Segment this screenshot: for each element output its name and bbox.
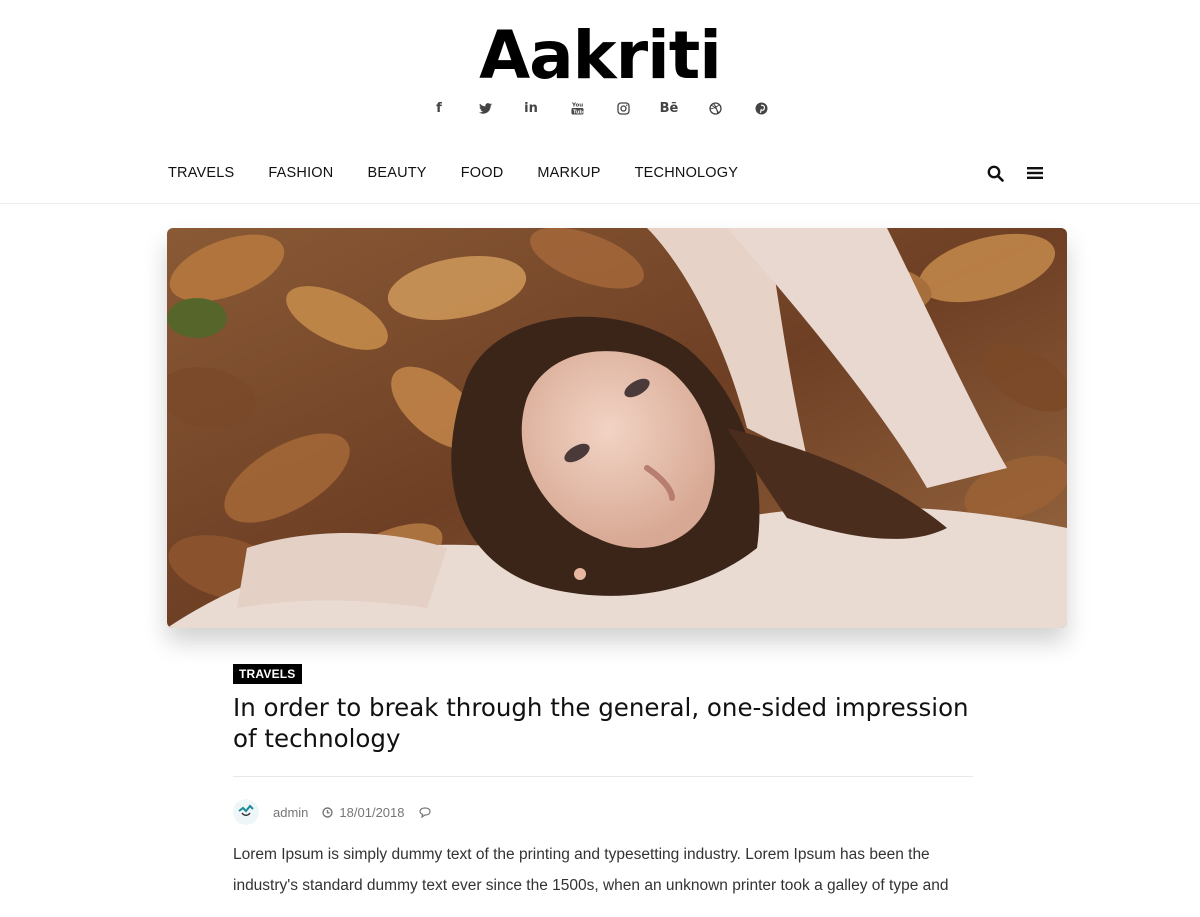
nav-item-fashion[interactable]: FASHION xyxy=(268,164,333,182)
nav-item-markup[interactable]: MARKUP xyxy=(537,164,600,182)
nav-tools xyxy=(986,164,1044,182)
post-card: TRAVELS In order to break through the ge… xyxy=(233,664,973,917)
behance-icon[interactable]: Bē xyxy=(646,98,692,118)
nav-item-beauty[interactable]: BEAUTY xyxy=(367,164,426,182)
author[interactable]: admin xyxy=(273,805,308,820)
post-meta: admin 18/01/2018 xyxy=(233,799,973,825)
dribbble-icon[interactable] xyxy=(692,98,738,118)
main-nav: TRAVELS FASHION BEAUTY FOOD MARKUP TECHN… xyxy=(168,164,772,182)
instagram-icon[interactable] xyxy=(600,98,646,118)
post-title[interactable]: In order to break through the general, o… xyxy=(233,692,973,754)
menu-icon[interactable] xyxy=(1026,164,1044,182)
social-links: f in YouTube Bē xyxy=(0,98,1200,118)
clock-icon xyxy=(322,806,334,818)
post-excerpt: Lorem Ipsum is simply dummy text of the … xyxy=(233,846,949,894)
nav-item-technology[interactable]: TECHNOLOGY xyxy=(635,164,739,182)
nav-item-travels[interactable]: TRAVELS xyxy=(168,164,234,182)
svg-text:You: You xyxy=(571,103,583,109)
youtube-icon[interactable]: YouTube xyxy=(554,98,600,118)
featured-image[interactable] xyxy=(167,228,1067,628)
post-date: 18/01/2018 xyxy=(322,804,405,820)
svg-text:Tube: Tube xyxy=(573,109,584,115)
linkedin-icon[interactable]: in xyxy=(508,98,554,118)
avatar[interactable] xyxy=(233,799,259,825)
category-badge[interactable]: TRAVELS xyxy=(233,664,302,684)
nav-item-food[interactable]: FOOD xyxy=(461,164,504,182)
search-icon[interactable] xyxy=(986,164,1004,182)
facebook-icon[interactable]: f xyxy=(416,98,462,118)
comments-icon[interactable] xyxy=(418,806,439,818)
author-name[interactable]: admin xyxy=(273,805,308,820)
site-header: Aakriti f in YouTube Bē TRAVELS FASHION … xyxy=(0,0,1200,204)
site-logo[interactable]: Aakriti xyxy=(0,18,1200,94)
pinterest-icon[interactable] xyxy=(738,98,784,118)
date-text: 18/01/2018 xyxy=(339,804,405,820)
twitter-icon[interactable] xyxy=(462,98,508,118)
divider xyxy=(233,776,973,777)
